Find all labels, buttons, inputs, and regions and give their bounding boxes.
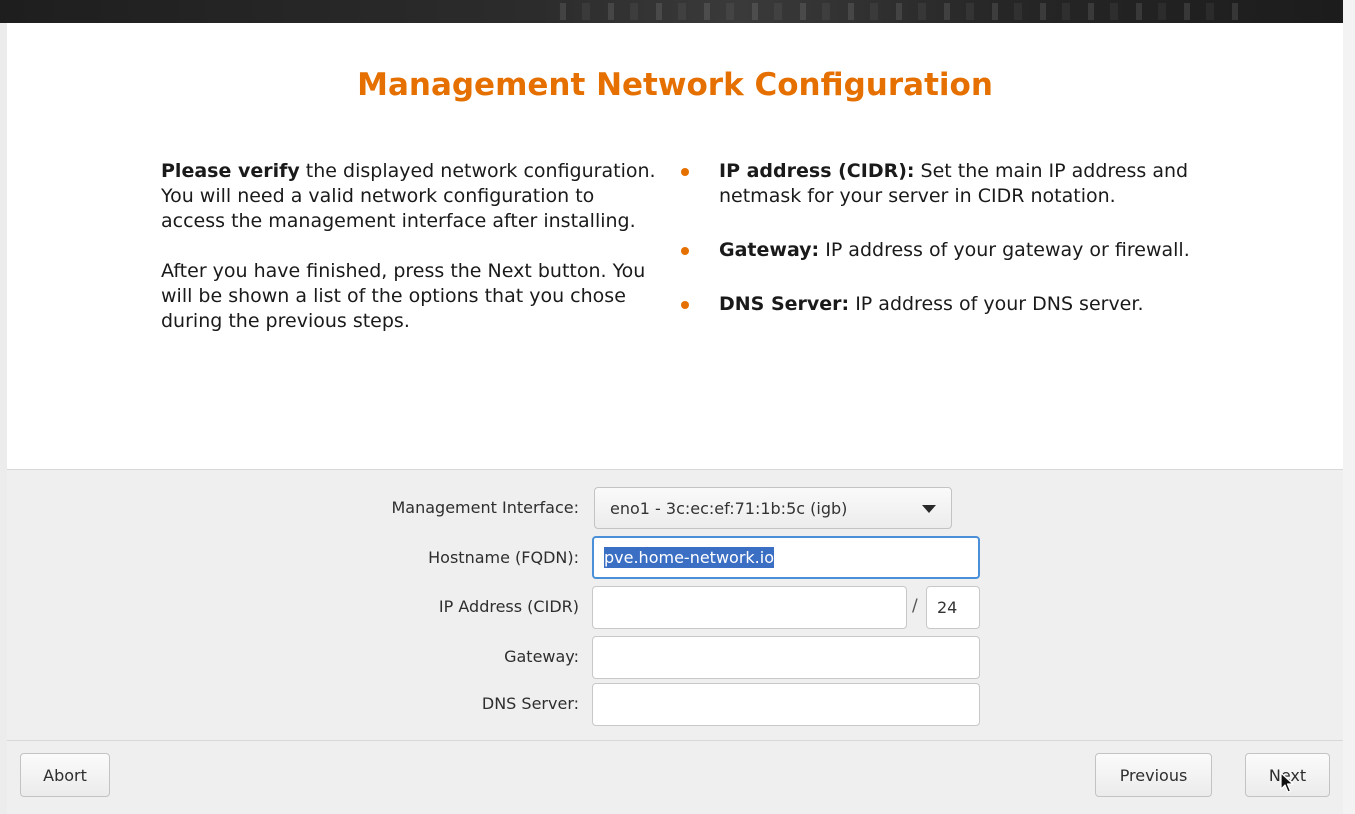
network-form: Management Interface: eno1 - 3c:ec:ef:71…	[7, 470, 1343, 740]
help-term: DNS Server:	[719, 293, 850, 315]
intro-text: Please verify the displayed network conf…	[161, 159, 661, 334]
page-title: Management Network Configuration	[357, 67, 993, 103]
help-list: IP address (CIDR): Set the main IP addre…	[677, 159, 1197, 346]
gateway-input[interactable]	[592, 636, 980, 679]
help-item-gateway: Gateway: IP address of your gateway or f…	[677, 238, 1197, 263]
header-banner	[0, 0, 1343, 23]
hostname-input-value: pve.home-network.io	[604, 547, 774, 568]
ip-address-input[interactable]	[592, 586, 907, 629]
help-text: IP address of your gateway or firewall.	[819, 239, 1190, 261]
bullet-icon	[681, 247, 689, 255]
window-edge	[1343, 0, 1355, 814]
ip-address-label: IP Address (CIDR)	[438, 597, 579, 616]
banner-decoration	[560, 3, 1240, 20]
button-bar: Abort Previous Next	[7, 741, 1343, 814]
cidr-prefix-input[interactable]: 24	[926, 586, 980, 629]
help-item-ip: IP address (CIDR): Set the main IP addre…	[677, 159, 1197, 209]
abort-button[interactable]: Abort	[20, 753, 110, 797]
bullet-icon	[681, 168, 689, 176]
dns-server-input[interactable]	[592, 683, 980, 726]
hostname-input[interactable]: pve.home-network.io	[592, 536, 980, 579]
interface-label: Management Interface:	[391, 498, 579, 517]
cidr-prefix-value: 24	[937, 598, 958, 617]
previous-button[interactable]: Previous	[1095, 753, 1212, 797]
intro-paragraph-2: After you have finished, press the Next …	[161, 260, 646, 332]
hostname-label: Hostname (FQDN):	[428, 548, 579, 567]
help-term: IP address (CIDR):	[719, 160, 915, 182]
chevron-down-icon	[922, 505, 936, 513]
mouse-pointer-icon	[1280, 772, 1294, 793]
help-term: Gateway:	[719, 239, 820, 261]
interface-select-value: eno1 - 3c:ec:ef:71:1b:5c (igb)	[610, 498, 848, 518]
cidr-separator: /	[912, 596, 918, 616]
dns-server-label: DNS Server:	[481, 694, 579, 713]
help-item-dns: DNS Server: IP address of your DNS serve…	[677, 292, 1197, 317]
interface-select[interactable]: eno1 - 3c:ec:ef:71:1b:5c (igb)	[594, 487, 952, 529]
intro-paragraph-1: Please verify the displayed network conf…	[161, 159, 661, 234]
bullet-icon	[681, 301, 689, 309]
info-panel: Management Network Configuration Please …	[7, 23, 1343, 469]
gateway-label: Gateway:	[504, 647, 579, 666]
intro-emphasis: Please verify	[161, 160, 300, 182]
help-text: IP address of your DNS server.	[849, 293, 1144, 315]
